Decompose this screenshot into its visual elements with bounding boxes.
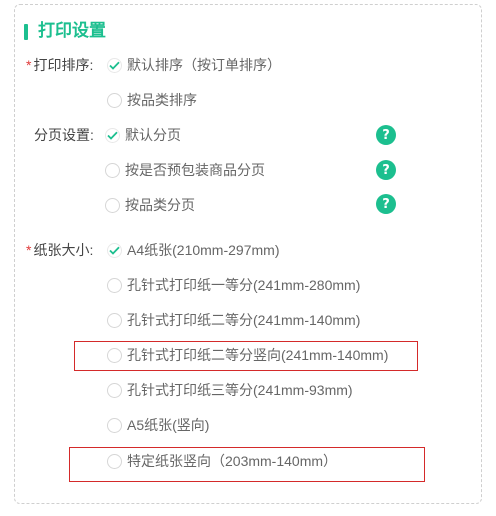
radio-paper-a5[interactable]: A5纸张(竖向) — [107, 415, 209, 435]
radio-label: 孔针式打印纸二等分(241mm-140mm) — [127, 312, 361, 328]
paper-size-label: * 纸张大小: — [26, 242, 94, 258]
radio-page-break-default[interactable]: 默认分页 — [105, 125, 181, 145]
radio-label: 默认分页 — [125, 127, 181, 143]
radio-label: 按是否预包装商品分页 — [125, 162, 265, 178]
help-icon[interactable]: ? — [376, 125, 396, 145]
radio-paper-dot-matrix-1[interactable]: 孔针式打印纸一等分(241mm-280mm) — [107, 275, 360, 295]
radio-unchecked-icon[interactable] — [107, 277, 122, 293]
radio-paper-dot-matrix-2[interactable]: 孔针式打印纸二等分(241mm-140mm) — [107, 310, 360, 330]
radio-paper-dot-matrix-3[interactable]: 孔针式打印纸三等分(241mm-93mm) — [107, 380, 353, 400]
radio-unchecked-icon[interactable] — [107, 312, 122, 328]
radio-unchecked-icon[interactable] — [107, 92, 122, 108]
radio-unchecked-icon[interactable] — [107, 382, 122, 398]
radio-label: A5纸张(竖向) — [127, 417, 210, 433]
section-title-accent — [24, 24, 28, 40]
radio-checked-icon[interactable] — [105, 127, 120, 143]
radio-print-sort-default[interactable]: 默认排序（按订单排序） — [107, 55, 281, 75]
radio-label: 孔针式打印纸一等分(241mm-280mm) — [127, 277, 361, 293]
radio-checked-icon[interactable] — [107, 57, 122, 73]
radio-label: 孔针式打印纸三等分(241mm-93mm) — [127, 382, 353, 398]
highlight-box — [74, 341, 418, 371]
radio-unchecked-icon[interactable] — [105, 162, 120, 178]
help-icon[interactable]: ? — [376, 160, 396, 180]
required-mark: * — [26, 242, 32, 258]
highlight-box — [69, 447, 425, 482]
radio-page-break-category[interactable]: 按品类分页 — [105, 195, 195, 215]
required-mark: * — [26, 57, 32, 73]
help-icon[interactable]: ? — [376, 194, 396, 214]
radio-label: A4纸张(210mm-297mm) — [127, 242, 280, 258]
radio-checked-icon[interactable] — [107, 242, 122, 258]
radio-unchecked-icon[interactable] — [107, 417, 122, 433]
radio-label: 按品类分页 — [125, 197, 195, 213]
radio-label: 默认排序（按订单排序） — [127, 57, 281, 73]
section-title: 打印设置 — [38, 21, 106, 40]
radio-label: 按品类排序 — [127, 92, 197, 108]
radio-paper-a4[interactable]: A4纸张(210mm-297mm) — [107, 240, 279, 260]
radio-unchecked-icon[interactable] — [105, 197, 120, 213]
page-break-label: 分页设置: — [34, 127, 94, 143]
radio-print-sort-category[interactable]: 按品类排序 — [107, 90, 197, 110]
radio-page-break-prepackaged[interactable]: 按是否预包装商品分页 — [105, 160, 265, 180]
print-sort-label: * 打印排序: — [26, 57, 94, 73]
